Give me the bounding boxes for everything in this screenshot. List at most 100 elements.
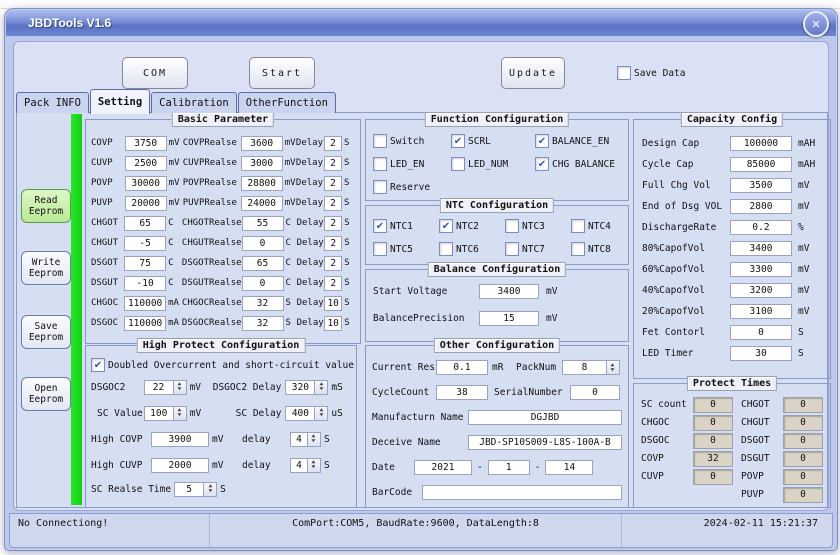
cycle-count-input[interactable] — [436, 385, 488, 400]
high-covp-delay-input[interactable] — [290, 431, 308, 447]
date-year-input[interactable] — [414, 460, 472, 475]
spinner-buttons[interactable]: ▲ ▼ — [315, 379, 329, 395]
scrl-checkbox[interactable]: SCRL — [451, 134, 535, 148]
titlebar[interactable]: JBDTools V1.6 — [6, 10, 836, 36]
spinner-buttons[interactable]: ▲ ▼ — [173, 405, 187, 421]
spinner-buttons[interactable]: ▲ ▼ — [173, 379, 187, 395]
ntc7-checkbox[interactable]: NTC7 — [505, 242, 571, 256]
delay-value-input[interactable] — [324, 295, 343, 311]
param-value-input[interactable] — [124, 275, 167, 291]
capacity-value-input[interactable] — [730, 178, 792, 193]
high-covp-input[interactable] — [151, 431, 209, 447]
param-value-input[interactable] — [124, 195, 167, 211]
sc-delay-input[interactable] — [285, 405, 316, 421]
com-button[interactable]: COM — [122, 57, 188, 89]
close-button[interactable]: ✕ — [803, 11, 829, 37]
tab-pack-info[interactable]: Pack INFO — [16, 92, 89, 113]
checkbox-icon[interactable] — [91, 358, 105, 372]
tab-otherfunction[interactable]: OtherFunction — [237, 92, 336, 113]
led-num-checkbox[interactable]: LED_NUM — [451, 157, 535, 171]
switch-checkbox[interactable]: Switch — [373, 134, 451, 148]
high-cuvp-input[interactable] — [151, 457, 209, 473]
date-day-input[interactable] — [545, 460, 594, 475]
capacity-value-input[interactable] — [730, 283, 792, 298]
checkbox-icon[interactable] — [451, 134, 465, 148]
param-value-input[interactable] — [124, 235, 167, 251]
date-month-input[interactable] — [487, 460, 530, 475]
spinner-buttons[interactable]: ▲ ▼ — [607, 360, 620, 375]
checkbox-icon[interactable] — [451, 157, 465, 171]
checkbox-icon[interactable] — [535, 157, 549, 171]
tab-calibration[interactable]: Calibration — [151, 92, 237, 113]
capacity-value-input[interactable] — [730, 157, 792, 172]
capacity-value-input[interactable] — [730, 346, 792, 361]
high-cuvp-delay-input[interactable] — [290, 457, 308, 473]
ntc8-checkbox[interactable]: NTC8 — [571, 242, 635, 256]
param-value-input[interactable] — [124, 295, 167, 311]
spinner-buttons[interactable]: ▲ ▼ — [308, 431, 321, 447]
delay-value-input[interactable] — [324, 315, 343, 331]
checkbox-icon[interactable] — [505, 242, 519, 256]
release-value-input[interactable] — [241, 315, 284, 331]
ntc6-checkbox[interactable]: NTC6 — [439, 242, 505, 256]
capacity-value-input[interactable] — [730, 304, 792, 319]
manufacturer-name-input[interactable] — [468, 410, 622, 425]
update-button[interactable]: Update — [501, 57, 565, 89]
current-res-input[interactable] — [436, 360, 488, 375]
start-voltage-input[interactable] — [479, 284, 539, 299]
release-value-input[interactable] — [241, 295, 284, 311]
capacity-value-input[interactable] — [730, 220, 792, 235]
delay-value-input[interactable] — [324, 215, 343, 231]
capacity-value-input[interactable] — [730, 325, 792, 340]
checkbox-icon[interactable] — [439, 242, 453, 256]
delay-value-input[interactable] — [323, 195, 342, 211]
checkbox-icon[interactable] — [505, 219, 519, 233]
checkbox-icon[interactable] — [373, 219, 387, 233]
checkbox-icon[interactable] — [373, 180, 387, 194]
doubled-overcurrent-checkbox[interactable]: Doubled Overcurrent and short-circuit va… — [91, 358, 354, 372]
release-value-input[interactable] — [240, 135, 283, 151]
param-value-input[interactable] — [124, 215, 167, 231]
param-value-input[interactable] — [124, 135, 167, 151]
checkbox-icon[interactable] — [571, 242, 585, 256]
save-data-checkbox[interactable]: Save Data — [617, 66, 685, 80]
dsgoc2-input[interactable] — [143, 379, 174, 395]
capacity-value-input[interactable] — [730, 136, 792, 151]
delay-value-input[interactable] — [323, 135, 342, 151]
open-eeprom-button[interactable]: Open Eeprom — [21, 377, 71, 411]
barcode-input[interactable] — [422, 485, 622, 500]
release-value-input[interactable] — [240, 175, 283, 191]
release-value-input[interactable] — [241, 275, 284, 291]
read-eeprom-button[interactable]: Read Eeprom — [21, 189, 71, 223]
delay-value-input[interactable] — [323, 155, 342, 171]
delay-value-input[interactable] — [323, 175, 342, 191]
ntc2-checkbox[interactable]: NTC2 — [439, 219, 505, 233]
ntc1-checkbox[interactable]: NTC1 — [373, 219, 439, 233]
param-value-input[interactable] — [124, 315, 167, 331]
sc-value-input[interactable] — [143, 405, 174, 421]
serial-number-input[interactable] — [570, 385, 620, 400]
release-value-input[interactable] — [240, 195, 283, 211]
checkbox-icon[interactable] — [373, 134, 387, 148]
checkbox-icon[interactable] — [617, 66, 631, 80]
checkbox-icon[interactable] — [571, 219, 585, 233]
spinner-buttons[interactable]: ▲ ▼ — [315, 405, 329, 421]
write-eeprom-button[interactable]: Write Eeprom — [21, 251, 71, 285]
chg-balance-checkbox[interactable]: CHG BALANCE — [535, 157, 628, 171]
delay-value-input[interactable] — [324, 235, 343, 251]
sc-realse-time-input[interactable] — [174, 481, 205, 497]
dsgoc2-delay-input[interactable] — [285, 379, 316, 395]
ntc4-checkbox[interactable]: NTC4 — [571, 219, 635, 233]
pack-num-input[interactable] — [562, 360, 607, 375]
checkbox-icon[interactable] — [373, 242, 387, 256]
spinner-buttons[interactable]: ▲ ▼ — [308, 457, 321, 473]
param-value-input[interactable] — [124, 155, 167, 171]
capacity-value-input[interactable] — [730, 262, 792, 277]
delay-value-input[interactable] — [324, 275, 343, 291]
save-eeprom-button[interactable]: Save Eeprom — [21, 315, 71, 349]
spinner-buttons[interactable]: ▲ ▼ — [204, 481, 218, 497]
checkbox-icon[interactable] — [439, 219, 453, 233]
tab-setting[interactable]: Setting — [89, 89, 151, 114]
checkbox-icon[interactable] — [535, 134, 549, 148]
led-en-checkbox[interactable]: LED_EN — [373, 157, 451, 171]
